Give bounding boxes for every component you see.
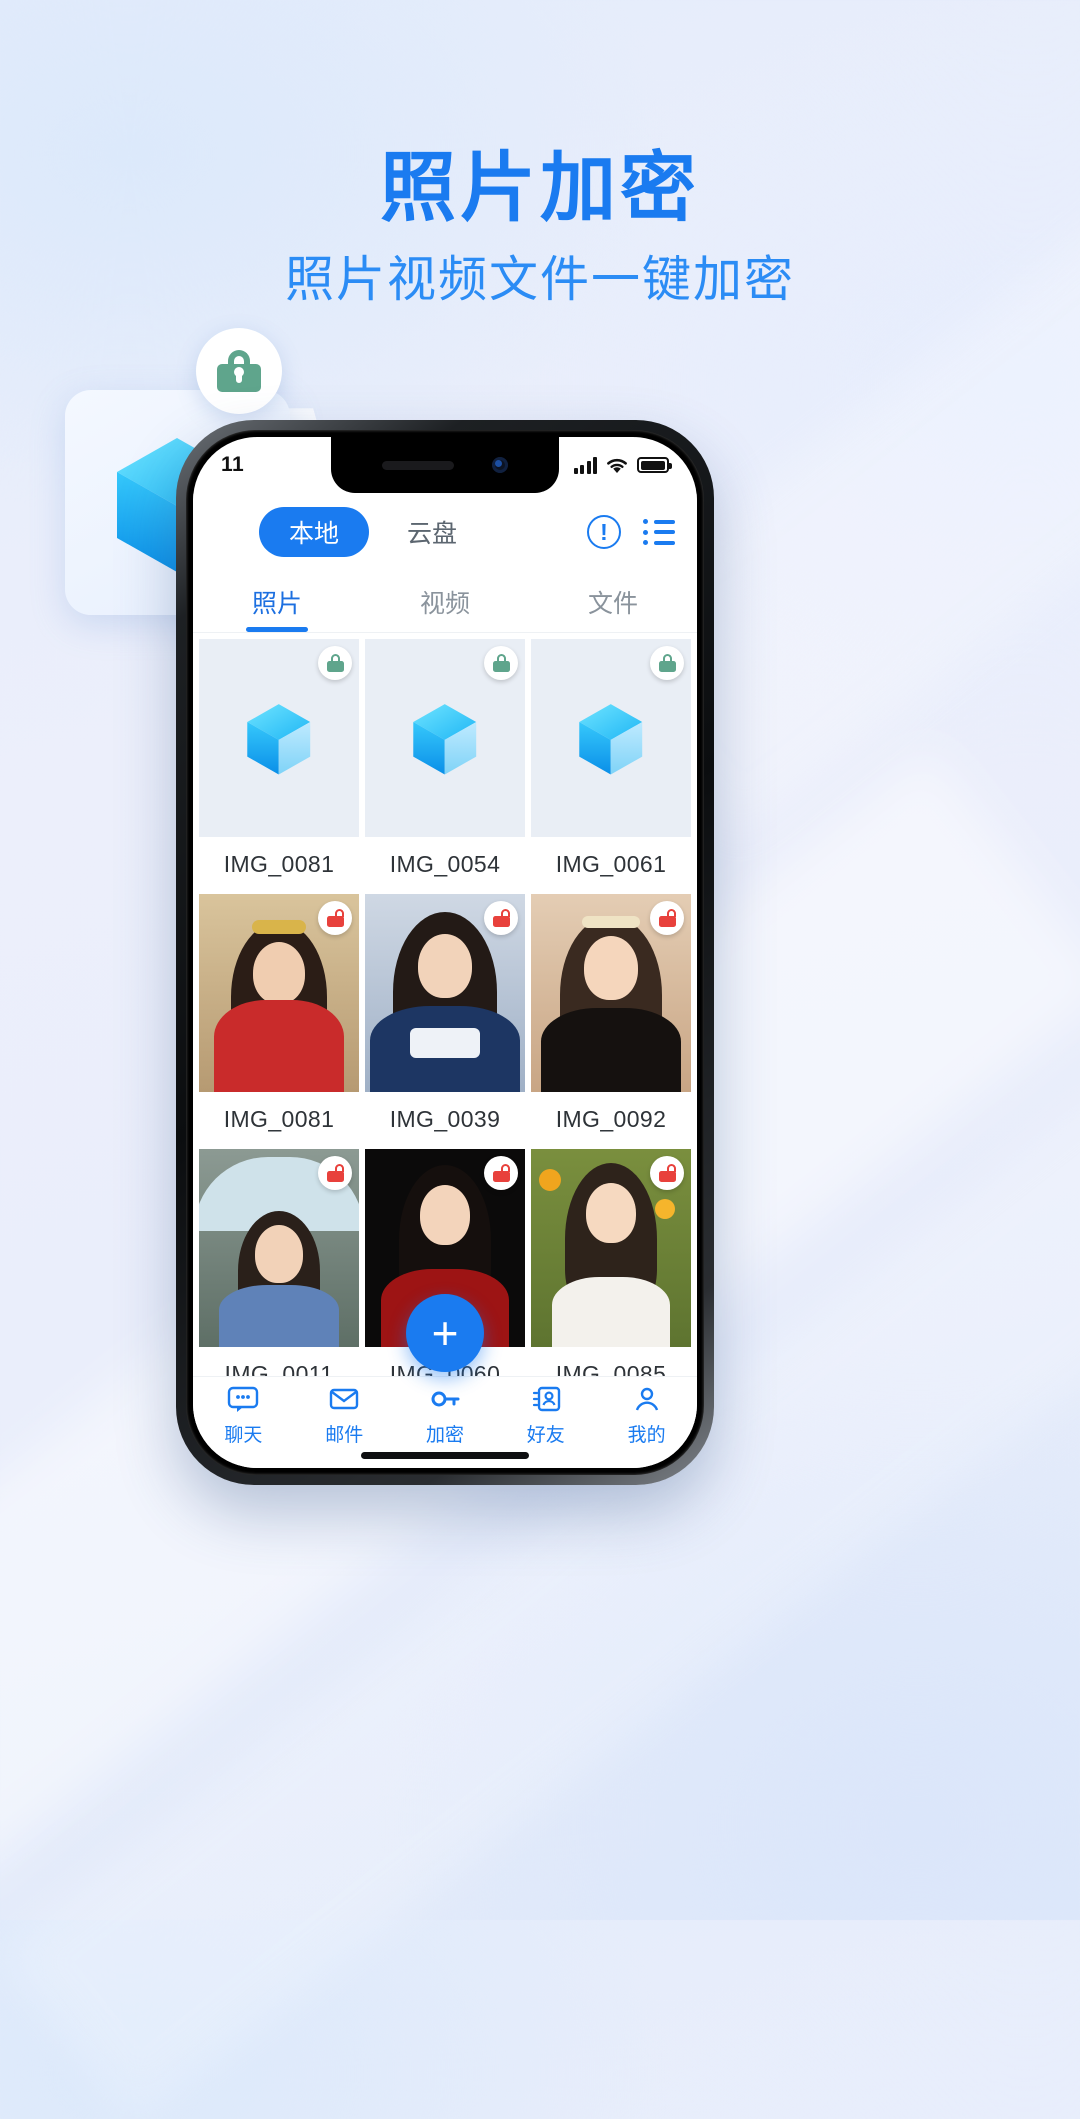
thumbnail[interactable] — [531, 1149, 691, 1347]
nav-label: 聊天 — [224, 1424, 263, 1446]
add-button[interactable]: + — [406, 1294, 484, 1372]
nav-item-profile[interactable]: 我的 — [596, 1377, 697, 1454]
thumbnail[interactable] — [531, 894, 691, 1092]
tab-photos[interactable]: 照片 — [193, 571, 361, 632]
nav-label: 邮件 — [325, 1424, 364, 1446]
page-subtitle: 照片视频文件一键加密 — [284, 253, 795, 307]
lock-open-icon — [326, 909, 344, 927]
key-icon — [429, 1385, 461, 1415]
chat-icon — [227, 1385, 259, 1415]
photo-caption: IMG_0092 — [555, 1106, 667, 1132]
padlock-glyph — [217, 350, 261, 392]
lock-closed-icon — [326, 654, 344, 672]
photo-caption: IMG_0061 — [555, 851, 667, 877]
lock-badge[interactable] — [318, 901, 352, 935]
nav-item-friends[interactable]: 好友 — [495, 1377, 596, 1454]
phone-bezel: 11 本地 云盘 ! 照片 视频 文件 IMG_0081 IMG_0054 IM… — [186, 430, 704, 1475]
lock-closed-icon — [492, 654, 510, 672]
photo-gallery[interactable]: IMG_0081 IMG_0054 IMG_0061 IMG_0081 IMG_… — [193, 633, 697, 1376]
source-segmented-control[interactable]: 本地 云盘 — [259, 507, 487, 557]
lock-badge[interactable] — [650, 1156, 684, 1190]
gallery-item[interactable]: IMG_0081 — [199, 894, 359, 1143]
cube-logo-icon — [413, 704, 477, 775]
photo-caption: IMG_0054 — [389, 851, 501, 877]
lock-closed-icon — [658, 654, 676, 672]
photo-caption: IMG_0039 — [389, 1106, 501, 1132]
thumbnail[interactable] — [199, 639, 359, 837]
segment-local[interactable]: 本地 — [259, 507, 369, 557]
thumbnail[interactable] — [365, 894, 525, 1092]
media-type-tabs: 照片 视频 文件 — [193, 571, 697, 633]
earpiece-speaker — [382, 460, 454, 470]
home-indicator — [361, 1452, 529, 1459]
thumbnail[interactable] — [199, 894, 359, 1092]
cube-logo-icon — [579, 704, 643, 775]
phone-notch — [331, 437, 559, 493]
list-view-icon[interactable] — [643, 519, 675, 545]
phone-mockup: 11 本地 云盘 ! 照片 视频 文件 IMG_0081 IMG_0054 IM… — [176, 420, 714, 1485]
nav-item-mail[interactable]: 邮件 — [294, 1377, 395, 1454]
lock-open-icon — [492, 1164, 510, 1182]
header-actions: ! — [587, 515, 675, 549]
gallery-item[interactable]: IMG_0039 — [365, 894, 525, 1143]
gallery-item[interactable]: IMG_0061 — [531, 639, 691, 888]
padlock-icon — [196, 328, 282, 414]
nav-label: 加密 — [425, 1424, 464, 1446]
contacts-icon — [530, 1385, 562, 1415]
gallery-item[interactable]: IMG_0011 — [199, 1149, 359, 1376]
gallery-grid: IMG_0081 IMG_0054 IMG_0061 IMG_0081 IMG_… — [199, 639, 691, 1376]
status-icons — [573, 456, 672, 474]
lock-open-icon — [658, 909, 676, 927]
page-title: 照片加密 — [380, 146, 700, 231]
signal-bars-icon — [573, 456, 597, 474]
front-camera — [492, 457, 508, 473]
thumbnail[interactable] — [531, 639, 691, 837]
lock-badge[interactable] — [484, 1156, 518, 1190]
app-header: 本地 云盘 ! — [193, 493, 697, 571]
tab-files[interactable]: 文件 — [529, 571, 697, 632]
photo-caption: IMG_0085 — [555, 1361, 667, 1376]
photo-caption: IMG_0081 — [223, 851, 335, 877]
thumbnail[interactable] — [365, 639, 525, 837]
gallery-item[interactable]: IMG_0085 — [531, 1149, 691, 1376]
lock-badge[interactable] — [650, 901, 684, 935]
mail-icon — [328, 1385, 360, 1415]
nav-item-chat[interactable]: 聊天 — [193, 1377, 294, 1454]
segment-cloud[interactable]: 云盘 — [377, 507, 487, 557]
lock-open-icon — [658, 1164, 676, 1182]
profile-icon — [631, 1385, 663, 1415]
alert-circle-icon[interactable]: ! — [587, 515, 621, 549]
lock-badge[interactable] — [318, 646, 352, 680]
gallery-item[interactable]: IMG_0081 — [199, 639, 359, 888]
lock-open-icon — [492, 909, 510, 927]
lock-open-icon — [326, 1164, 344, 1182]
tab-videos[interactable]: 视频 — [361, 571, 529, 632]
photo-caption: IMG_0081 — [223, 1106, 335, 1132]
wifi-icon — [606, 457, 628, 474]
thumbnail[interactable] — [199, 1149, 359, 1347]
cube-logo-icon — [247, 704, 311, 775]
photo-caption: IMG_0011 — [224, 1361, 334, 1376]
lock-badge[interactable] — [318, 1156, 352, 1190]
gallery-item[interactable]: IMG_0054 — [365, 639, 525, 888]
lock-badge[interactable] — [484, 901, 518, 935]
nav-item-encrypt[interactable]: 加密 — [395, 1377, 496, 1454]
nav-label: 好友 — [526, 1424, 565, 1446]
status-time: 11 — [221, 453, 245, 476]
phone-screen: 11 本地 云盘 ! 照片 视频 文件 IMG_0081 IMG_0054 IM… — [193, 437, 697, 1468]
nav-label: 我的 — [627, 1424, 666, 1446]
lock-badge[interactable] — [484, 646, 518, 680]
battery-icon — [637, 457, 672, 473]
gallery-item[interactable]: IMG_0092 — [531, 894, 691, 1143]
lock-badge[interactable] — [650, 646, 684, 680]
